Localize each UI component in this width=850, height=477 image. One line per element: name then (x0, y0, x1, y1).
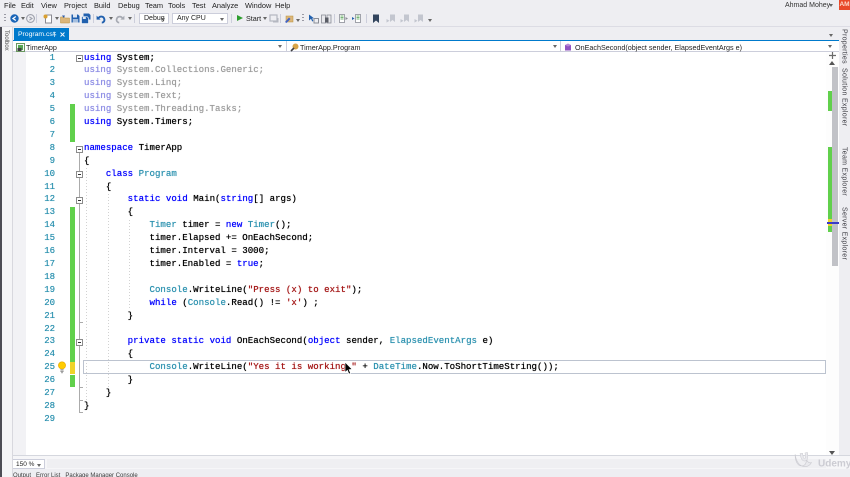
svg-text:Udemy: Udemy (818, 459, 850, 470)
